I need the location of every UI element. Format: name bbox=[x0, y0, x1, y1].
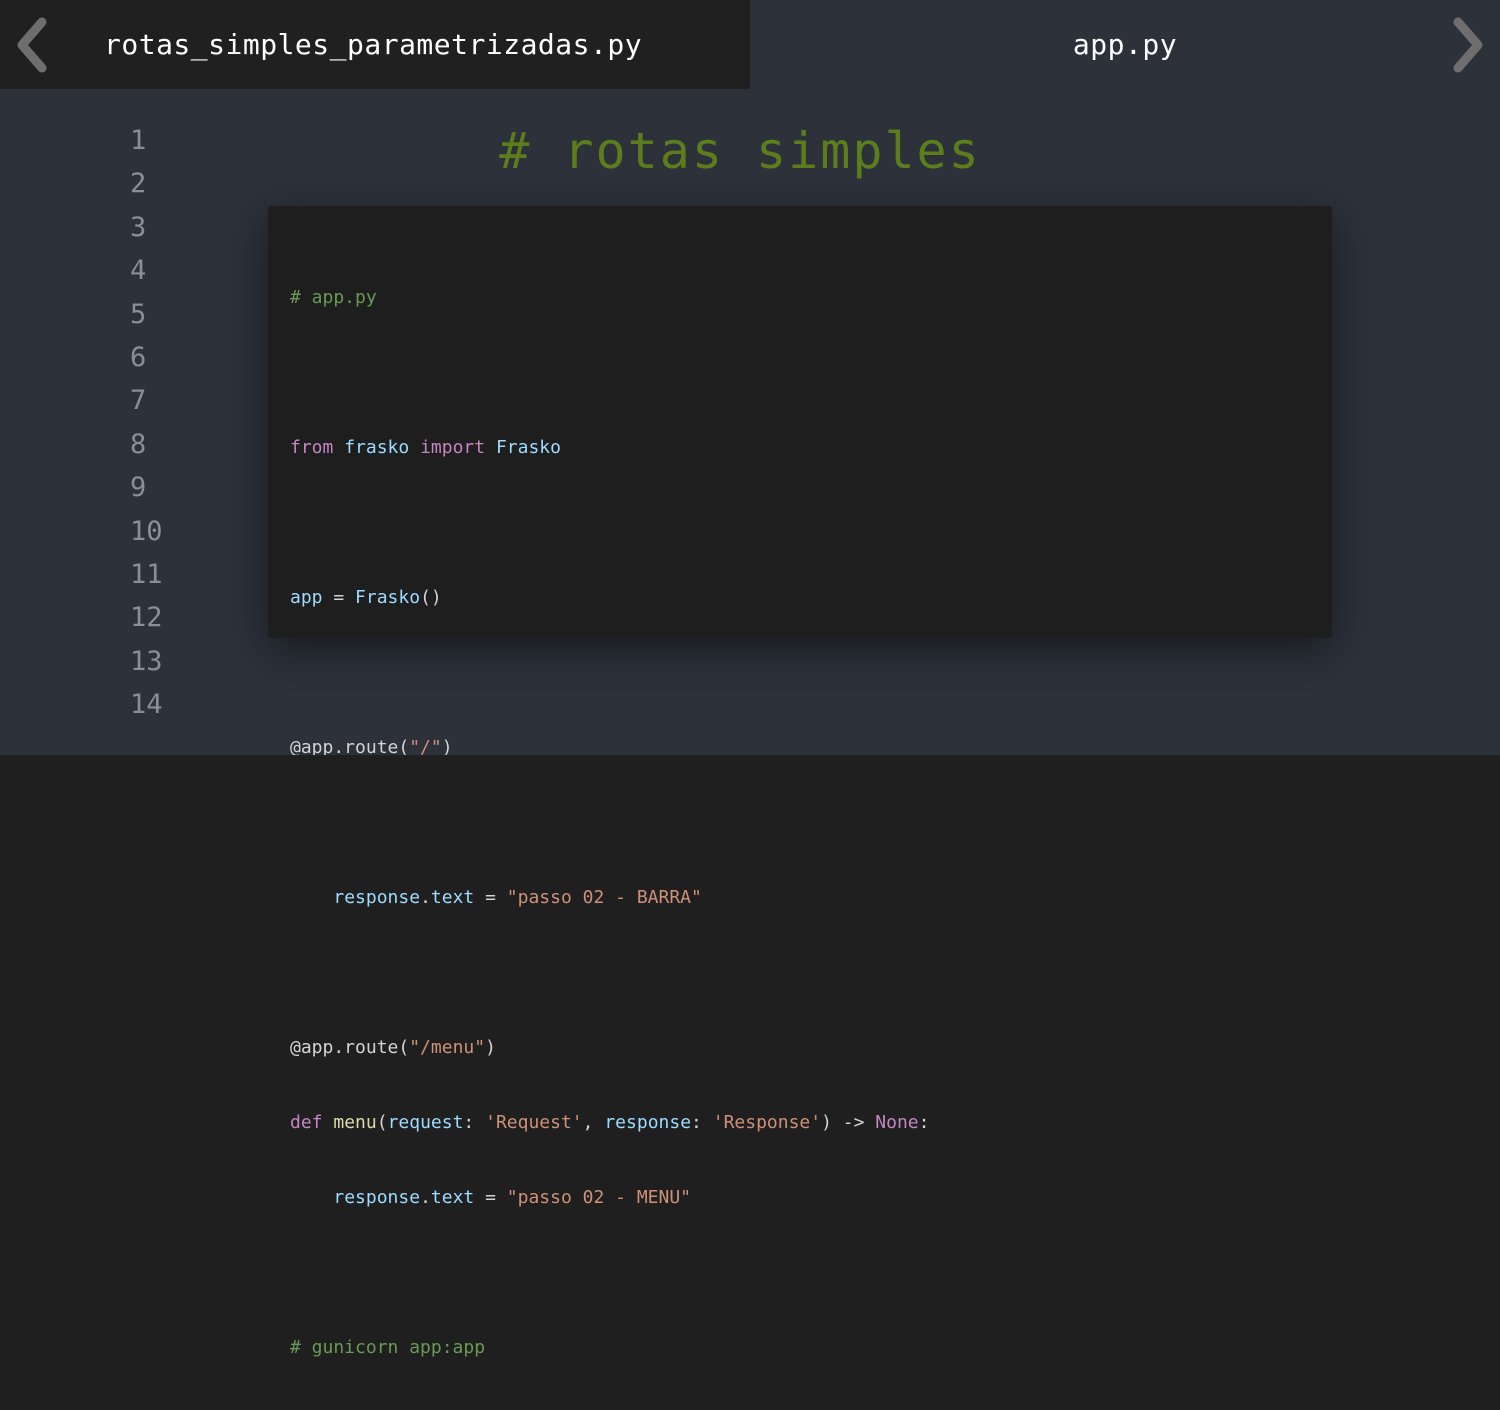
slide-heading: # rotas simples bbox=[499, 122, 981, 180]
code-line: @app.route("/menu") bbox=[290, 1037, 496, 1058]
code-line: app = Frasko() bbox=[290, 587, 442, 608]
line-number: 4 bbox=[130, 255, 147, 287]
line-number: 6 bbox=[130, 341, 147, 373]
tab-app-py[interactable]: app.py bbox=[750, 0, 1500, 89]
code-line: # app.py bbox=[290, 287, 377, 308]
line-number: 5 bbox=[130, 298, 147, 330]
line-number: 12 bbox=[130, 602, 163, 634]
code-line: response.text = "passo 02 - BARRA" bbox=[333, 887, 702, 908]
line-number: 7 bbox=[130, 385, 147, 417]
line-number: 8 bbox=[130, 428, 147, 460]
line-number: 14 bbox=[130, 689, 163, 721]
chevron-right-icon[interactable] bbox=[1448, 16, 1488, 74]
line-number-gutter: 1 2 3 4 5 6 7 8 9 10 11 12 13 14 bbox=[130, 119, 210, 726]
code-block: # app.py from frasko import Frasko app =… bbox=[268, 206, 1332, 1358]
line-number: 10 bbox=[130, 515, 163, 547]
tab-bar: rotas_simples_parametrizadas.py app.py bbox=[0, 0, 1500, 89]
code-line: response.text = "passo 02 - MENU" bbox=[333, 1187, 692, 1208]
bottom-bar bbox=[0, 755, 1500, 844]
code-line: def menu(request: 'Request', response: '… bbox=[290, 1112, 930, 1133]
line-number: 13 bbox=[130, 645, 163, 677]
chevron-left-icon[interactable] bbox=[12, 16, 52, 74]
slide: rotas_simples_parametrizadas.py app.py 1… bbox=[0, 0, 1500, 1358]
tab-label-active: rotas_simples_parametrizadas.py bbox=[104, 28, 643, 61]
code-line: from frasko import Frasko bbox=[290, 437, 561, 458]
line-number: 3 bbox=[130, 211, 147, 243]
code-line: # gunicorn app:app bbox=[290, 1337, 486, 1358]
line-number: 11 bbox=[130, 558, 163, 590]
line-number: 9 bbox=[130, 472, 147, 504]
